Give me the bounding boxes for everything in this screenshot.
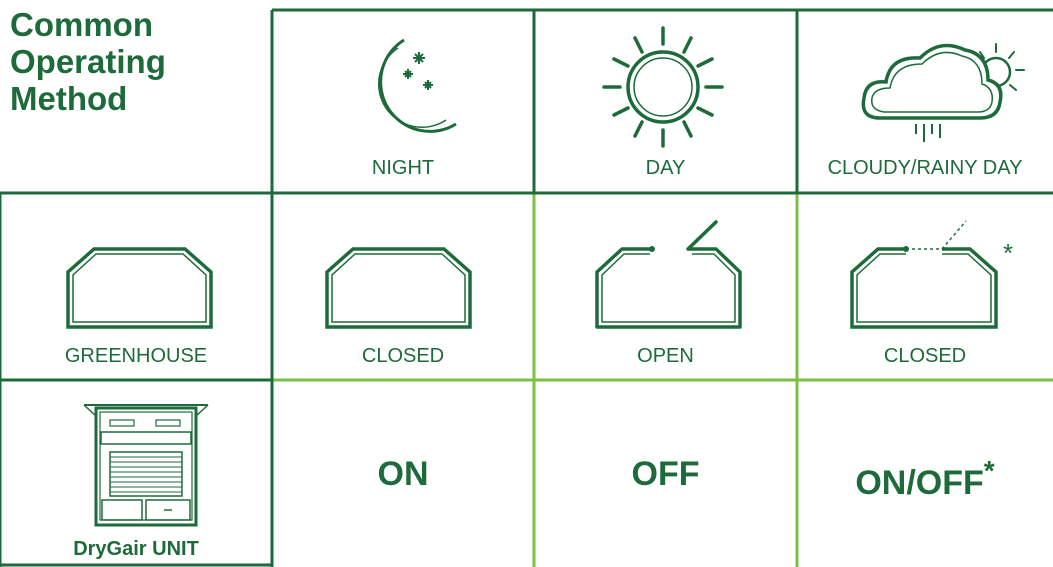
row-header-drygair-unit: DryGair UNIT [73, 538, 199, 560]
greenhouse-cloudy-state: CLOSED [883, 345, 967, 367]
unit-day-state: OFF [631, 455, 700, 493]
column-label-cloudy: CLOUDY/RAINY DAY [827, 157, 1023, 179]
operating-method-diagram: Common Operating Method NIGHT DAY CLOUDY… [0, 0, 1053, 567]
row-header-greenhouse: GREENHOUSE [64, 345, 208, 367]
greenhouse-icon [66, 247, 213, 329]
unit-night-state: ON [377, 455, 429, 493]
unit-cloudy-state-text: ON/OFF [855, 464, 984, 502]
greenhouse-night-state: CLOSED [361, 345, 445, 367]
cloud-sun-rain-icon [861, 43, 1025, 142]
column-label-day: DAY [645, 157, 686, 179]
unit-cloudy-state: ON/OFF* [797, 455, 1053, 503]
greenhouse-note-asterisk: * [1003, 238, 1014, 268]
greenhouse-day-state: OPEN [637, 345, 694, 367]
sun-icon [602, 26, 724, 148]
drygair-unit-icon [83, 404, 209, 527]
column-label-night: NIGHT [371, 157, 435, 179]
unit-note-asterisk: * [983, 455, 995, 486]
greenhouse-vent-icon [850, 220, 998, 329]
greenhouse-closed-icon [325, 247, 472, 329]
greenhouse-open-icon [595, 220, 742, 329]
moon-stars-icon [377, 38, 457, 133]
